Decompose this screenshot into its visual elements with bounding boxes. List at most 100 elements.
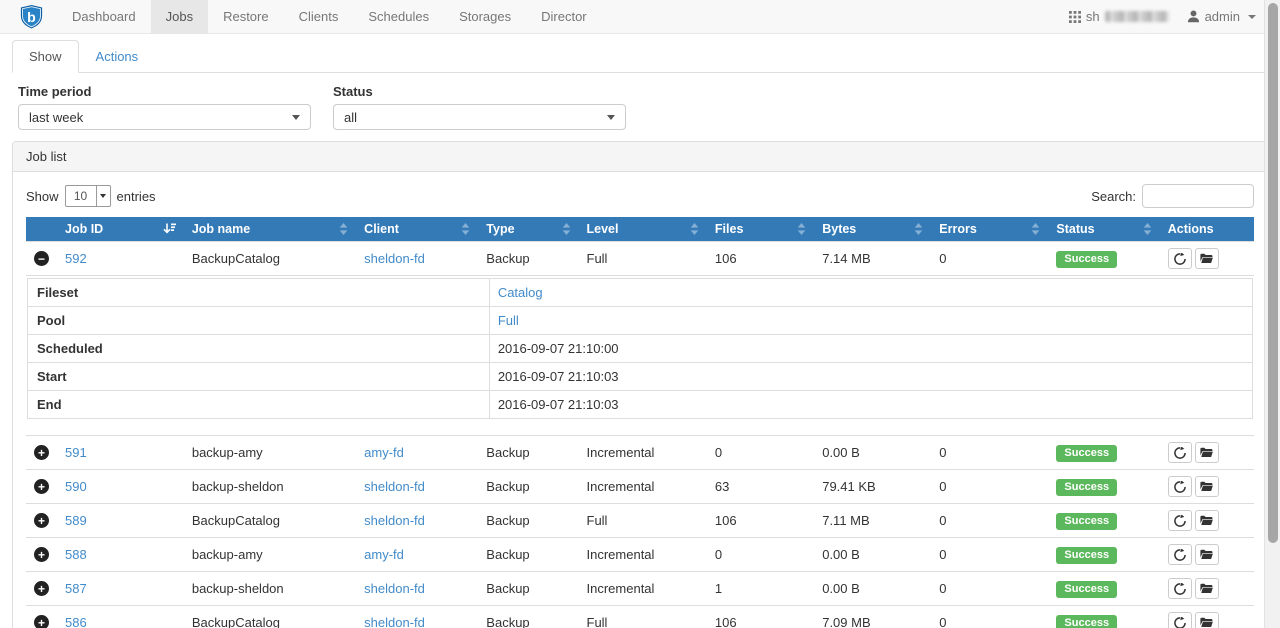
entries-label: entries [117,189,156,204]
expand-row-icon[interactable]: + [34,513,49,528]
actions-cell [1160,242,1254,276]
column-status[interactable]: Status [1048,217,1159,242]
status-cell: Success [1048,242,1159,276]
actions-cell [1160,504,1254,538]
client-link[interactable]: amy-fd [364,445,404,460]
column-label: Files [715,222,744,236]
client-link[interactable]: amy-fd [364,547,404,562]
job-log-button[interactable] [1195,510,1219,531]
job-log-button[interactable] [1195,476,1219,497]
expand-row-icon[interactable]: + [34,615,49,628]
expand-cell: + [26,572,57,606]
rerun-button[interactable] [1168,476,1192,497]
client-link[interactable]: sheldon-fd [364,615,425,628]
page-size-value: 10 [66,186,96,206]
nav-item-jobs[interactable]: Jobs [151,0,208,33]
expand-row-icon[interactable]: + [34,479,49,494]
nav-item-clients[interactable]: Clients [284,0,354,33]
tab-show[interactable]: Show [12,40,79,73]
job-log-button[interactable] [1195,248,1219,269]
sort-icon [797,223,806,235]
column-level[interactable]: Level [579,217,707,242]
nav-item-schedules[interactable]: Schedules [353,0,444,33]
rerun-button[interactable] [1168,248,1192,269]
rerun-button[interactable] [1168,510,1192,531]
type-cell: Backup [478,572,578,606]
expand-row-icon[interactable]: + [34,445,49,460]
client-cell: sheldon-fd [356,504,478,538]
column-errors[interactable]: Errors [931,217,1048,242]
files-cell: 0 [707,538,814,572]
detail-value-cell: 2016-09-07 21:10:00 [489,335,1252,363]
job-id-cell: 590 [57,470,184,504]
status-select[interactable]: all [333,104,626,130]
nav-item-restore[interactable]: Restore [208,0,284,33]
host-link[interactable]: sh [1069,9,1169,24]
client-link[interactable]: sheldon-fd [364,581,425,596]
detail-row: FilesetCatalog [28,279,1253,307]
rerun-button[interactable] [1168,578,1192,599]
nav-item-storages[interactable]: Storages [444,0,526,33]
detail-value: 2016-09-07 21:10:03 [498,369,619,384]
job-log-button[interactable] [1195,442,1219,463]
job-id-link[interactable]: 588 [65,547,87,562]
job-name-cell: backup-amy [184,436,356,470]
column-label: Bytes [822,222,856,236]
actions-cell [1160,470,1254,504]
rerun-button[interactable] [1168,442,1192,463]
expand-row-icon[interactable]: + [34,581,49,596]
job-id-link[interactable]: 592 [65,251,87,266]
bytes-cell: 79.41 KB [814,470,931,504]
job-id-link[interactable]: 586 [65,615,87,628]
expand-row-icon[interactable]: + [34,547,49,562]
column-files[interactable]: Files [707,217,814,242]
column-actions[interactable]: Actions [1160,217,1254,242]
nav-item-dashboard[interactable]: Dashboard [57,0,151,33]
detail-value-link[interactable]: Full [498,313,519,328]
job-id-link[interactable]: 591 [65,445,87,460]
bareos-logo[interactable]: b [0,0,57,33]
job-id-cell: 592 [57,242,184,276]
job-log-button[interactable] [1195,612,1219,628]
sort-icon [914,223,923,235]
scrollbar-thumb[interactable] [1268,3,1278,543]
column-type[interactable]: Type [478,217,578,242]
user-icon [1187,10,1200,23]
time-period-select[interactable]: last week [18,104,311,130]
job-id-link[interactable]: 590 [65,479,87,494]
column-job-id[interactable]: Job ID [57,217,184,242]
bytes-cell: 7.11 MB [814,504,931,538]
detail-row: Scheduled2016-09-07 21:10:00 [28,335,1253,363]
rerun-icon [1174,447,1186,459]
job-row: +586BackupCatalogsheldon-fdBackupFull106… [26,606,1254,628]
rerun-button[interactable] [1168,612,1192,628]
detail-value-cell: Full [489,307,1252,335]
detail-value-link[interactable]: Catalog [498,285,543,300]
column-job-name[interactable]: Job name [184,217,356,242]
job-id-cell: 586 [57,606,184,628]
nav-item-director[interactable]: Director [526,0,602,33]
rerun-icon [1174,515,1186,527]
detail-value-cell: Catalog [489,279,1252,307]
search-input[interactable] [1142,184,1254,208]
bytes-cell: 7.14 MB [814,242,931,276]
column-client[interactable]: Client [356,217,478,242]
job-list-panel: Job list Show 10 entries Search: [12,141,1268,628]
page-size-select[interactable]: 10 [65,185,111,207]
errors-cell: 0 [931,538,1048,572]
client-link[interactable]: sheldon-fd [364,479,425,494]
job-log-button[interactable] [1195,544,1219,565]
job-id-link[interactable]: 587 [65,581,87,596]
job-log-button[interactable] [1195,578,1219,599]
column-label: Job name [192,222,250,236]
tab-actions[interactable]: Actions [79,40,156,73]
user-dropdown[interactable]: admin [1187,9,1256,24]
status-badge: Success [1056,581,1117,598]
client-link[interactable]: sheldon-fd [364,513,425,528]
job-id-link[interactable]: 589 [65,513,87,528]
svg-text:b: b [27,8,36,24]
column-bytes[interactable]: Bytes [814,217,931,242]
rerun-button[interactable] [1168,544,1192,565]
client-link[interactable]: sheldon-fd [364,251,425,266]
collapse-row-icon[interactable]: − [34,251,49,266]
